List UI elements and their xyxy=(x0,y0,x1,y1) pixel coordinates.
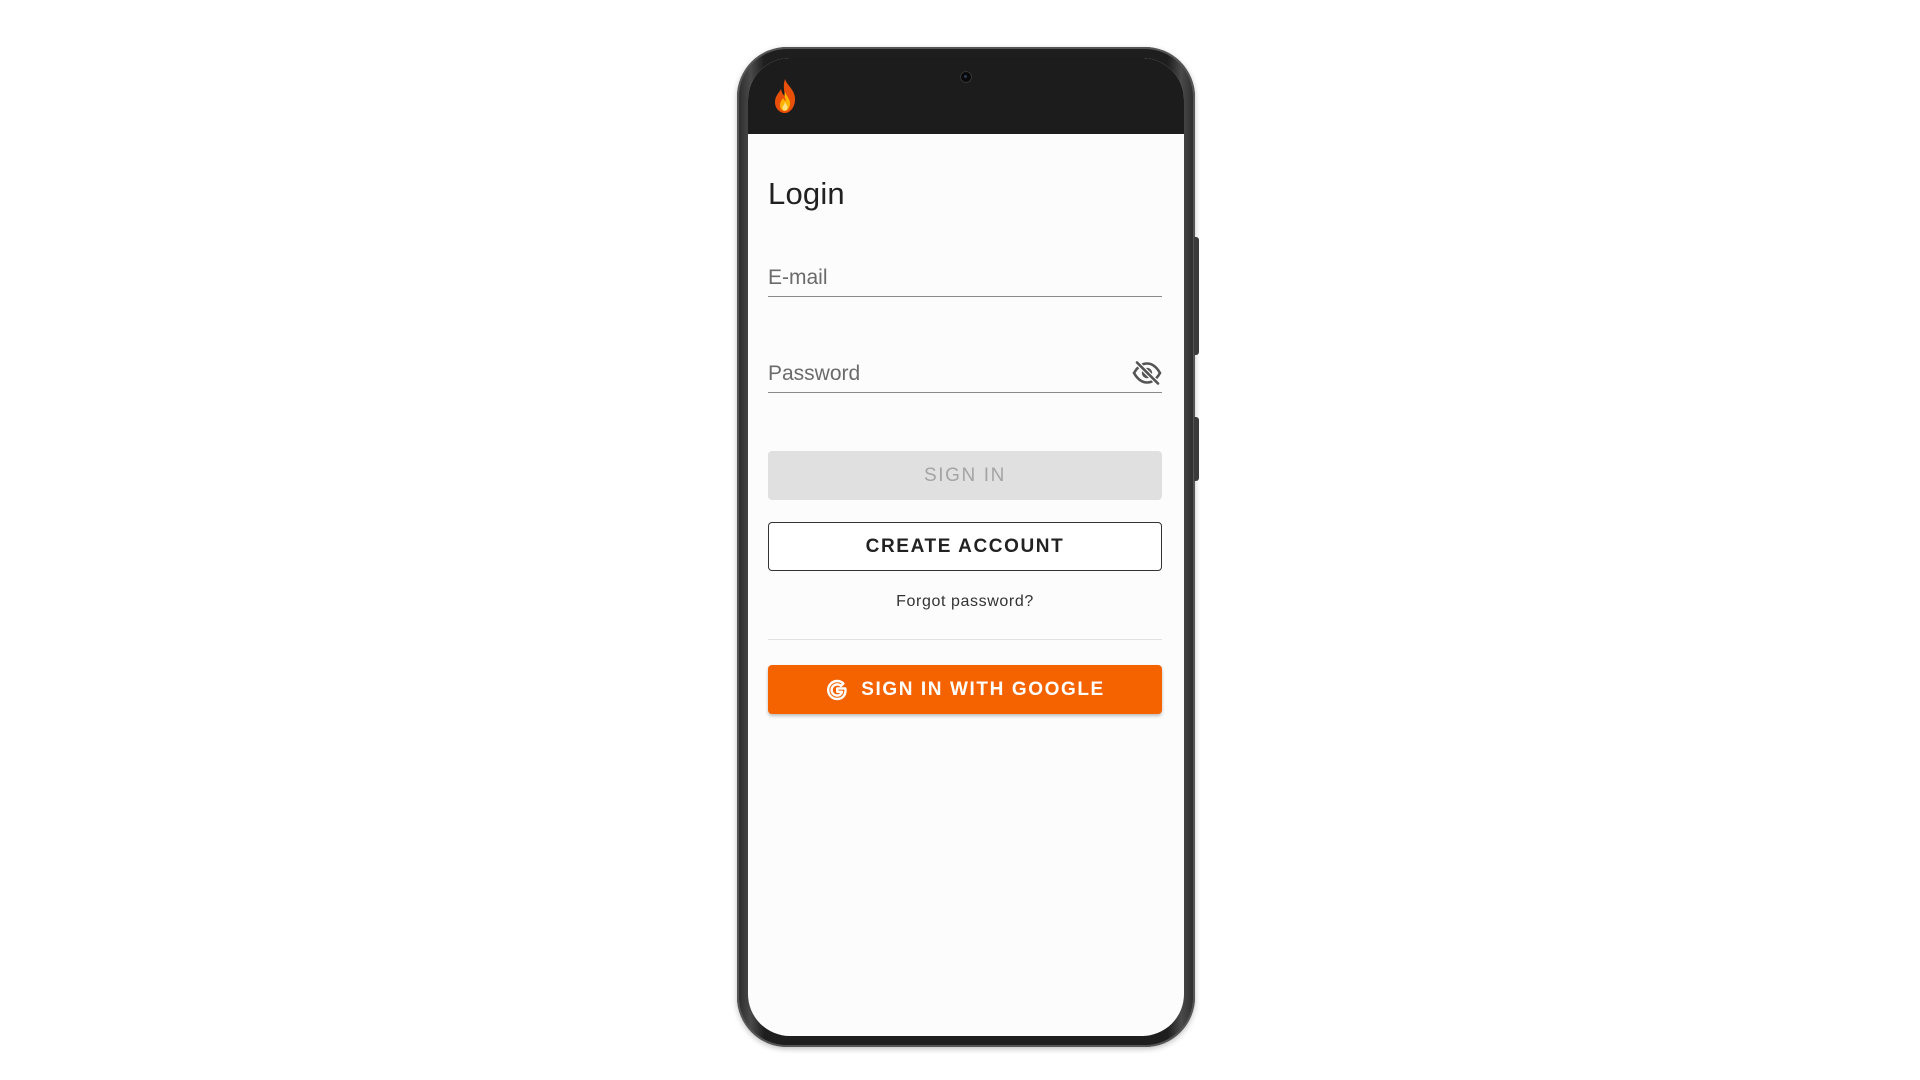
power-button xyxy=(1194,417,1199,481)
password-field[interactable] xyxy=(768,348,1162,393)
google-sign-in-label: SIGN IN WITH GOOGLE xyxy=(861,678,1105,700)
flame-icon xyxy=(775,79,796,113)
google-g-icon xyxy=(827,679,847,700)
volume-button xyxy=(1194,237,1199,355)
google-sign-in-button[interactable]: SIGN IN WITH GOOGLE xyxy=(768,665,1162,714)
forgot-password-link[interactable]: Forgot password? xyxy=(768,593,1162,611)
sign-in-button[interactable]: SIGN IN xyxy=(768,451,1162,500)
create-account-button[interactable]: CREATE ACCOUNT xyxy=(768,522,1162,571)
eye-off-icon[interactable] xyxy=(1132,360,1162,386)
phone-frame: Login SIGN IN CREATE ACCOUNT Forgot pas xyxy=(737,47,1199,1047)
status-bar xyxy=(748,58,1184,134)
page-title: Login xyxy=(768,176,845,211)
divider xyxy=(768,639,1162,640)
stage: Login SIGN IN CREATE ACCOUNT Forgot pas xyxy=(0,0,1920,1080)
camera-icon xyxy=(961,72,971,82)
password-input[interactable] xyxy=(768,362,1115,386)
email-field[interactable] xyxy=(768,252,1162,297)
email-input[interactable] xyxy=(768,266,1162,290)
phone-screen: Login SIGN IN CREATE ACCOUNT Forgot pas xyxy=(748,58,1184,1036)
